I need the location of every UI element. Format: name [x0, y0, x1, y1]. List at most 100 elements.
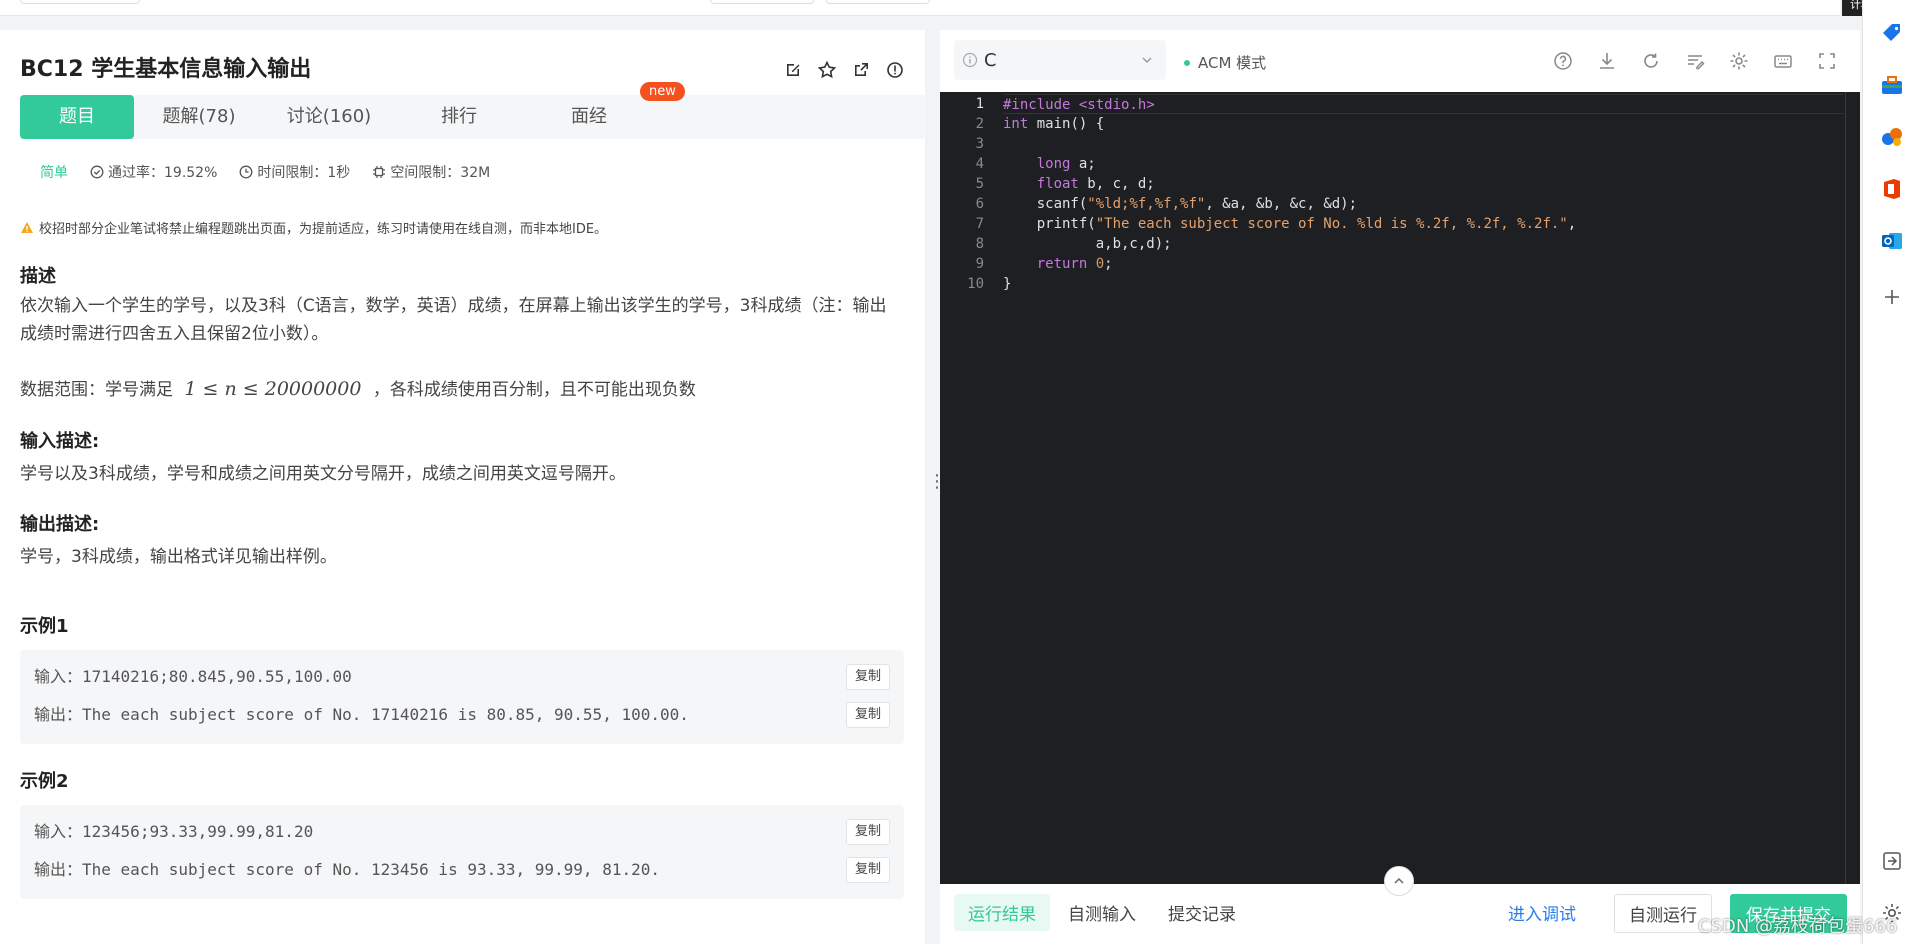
sidebar-collapse-icon[interactable] — [1879, 848, 1905, 874]
fullscreen-icon[interactable] — [1816, 50, 1838, 72]
example-2-output-value: The each subject score of No. 123456 is … — [82, 860, 660, 879]
code-editor[interactable]: 1 2 3 4 5 6 7 8 9 10 #include <stdio.h> i… — [940, 92, 1860, 884]
chevron-down-icon — [1142, 57, 1152, 63]
acm-mode[interactable]: ACM 模式 — [1184, 52, 1266, 73]
space-limit-text: 空间限制：32M — [390, 165, 491, 181]
line-number: 3 — [975, 136, 984, 152]
report-icon[interactable] — [885, 60, 905, 80]
example-1-output-value: The each subject score of No. 17140216 i… — [82, 705, 689, 724]
code-line[interactable]: long a; — [1003, 154, 1843, 174]
tab-discussion[interactable]: 讨论(160) — [264, 95, 394, 139]
collapse-panel-button[interactable] — [1384, 866, 1414, 896]
line-number: 4 — [975, 156, 984, 172]
top-control[interactable] — [826, 0, 930, 4]
code-line[interactable]: int main() { — [1003, 114, 1843, 134]
code-line[interactable]: return 0; — [1003, 254, 1843, 274]
title-actions — [783, 60, 905, 80]
code-lines[interactable]: #include <stdio.h> int main() { long a; f… — [1003, 92, 1843, 294]
tab-self-input[interactable]: 自测输入 — [1068, 900, 1136, 925]
tab-interview[interactable]: 面经 — [524, 95, 654, 139]
language-select[interactable]: C — [954, 40, 1166, 80]
line-number-gutter: 1 2 3 4 5 6 7 8 9 10 — [940, 92, 990, 294]
output-description: 学号，3科成绩，输出格式详见输出样例。 — [20, 547, 337, 567]
title-row: BC12 学生基本信息输入输出 — [20, 52, 905, 88]
copy-button[interactable]: 复制 — [846, 702, 890, 728]
range-prefix: 数据范围：学号满足 — [20, 380, 173, 400]
copy-button[interactable]: 复制 — [846, 857, 890, 883]
watermark: CSDN @荔枝荷包蛋666 — [1698, 916, 1898, 937]
data-range: 数据范围：学号满足 1 ≤ n ≤ 20000000 ，各科成绩使用百分制，且不… — [20, 375, 900, 404]
copy-button[interactable]: 复制 — [846, 664, 890, 690]
help-icon[interactable] — [1552, 50, 1574, 72]
tab-run-result[interactable]: 运行结果 — [954, 894, 1050, 931]
mode-dot — [1184, 59, 1190, 66]
language-value: C — [984, 49, 997, 71]
add-icon[interactable] — [1879, 284, 1905, 310]
input-label: 输入： — [34, 822, 83, 841]
keyboard-icon[interactable] — [1772, 50, 1794, 72]
line-number: 7 — [975, 216, 984, 232]
code-line[interactable]: a,b,c,d); — [1003, 234, 1843, 254]
code-line[interactable]: } — [1003, 274, 1843, 294]
input-heading: 输入描述: — [20, 431, 100, 452]
app-sidebar — [1862, 0, 1920, 944]
edit-icon[interactable] — [783, 60, 803, 80]
tab-submit-record[interactable]: 提交记录 — [1168, 900, 1236, 925]
output-heading: 输出描述: — [20, 514, 100, 535]
debug-link[interactable]: 进入调试 — [1508, 900, 1576, 925]
input-description: 学号以及3科成绩，学号和成绩之间用英文分号隔开，成绩之间用英文逗号隔开。 — [20, 464, 626, 484]
description-heading: 描述 — [20, 266, 56, 287]
star-icon[interactable] — [817, 60, 837, 80]
code-line[interactable]: printf("The each subject score of No. %l… — [1003, 214, 1843, 234]
range-math: 1 ≤ n ≤ 20000000 — [184, 378, 362, 400]
pass-rate: 通过率：19.52% — [90, 162, 217, 182]
office-icon[interactable] — [1879, 176, 1905, 202]
code-line[interactable]: #include <stdio.h> — [1003, 94, 1843, 114]
time-limit: 时间限制：1秒 — [239, 162, 350, 182]
editor-panel: C ACM 模式 1 2 3 4 5 6 7 8 9 10 #include <… — [940, 30, 1860, 944]
chevron-up-icon — [1394, 877, 1404, 884]
line-number: 9 — [975, 256, 984, 272]
toolbox-icon[interactable] — [1879, 72, 1905, 98]
example-1-output: 输出：The each subject score of No. 1714021… — [34, 701, 689, 725]
games-icon[interactable] — [1879, 124, 1905, 150]
line-number: 1 — [975, 96, 984, 112]
top-control[interactable] — [20, 0, 140, 4]
code-line[interactable] — [1003, 134, 1843, 154]
input-label: 输入： — [34, 667, 83, 686]
example-2-box: 输入：123456;93.33,99.99,81.20 复制 输出：The ea… — [20, 805, 904, 899]
top-control[interactable] — [710, 0, 814, 4]
info-icon — [962, 52, 978, 68]
pass-rate-text: 通过率：19.52% — [108, 165, 218, 181]
chip-icon — [373, 166, 386, 178]
line-number: 2 — [975, 116, 984, 132]
code-line[interactable]: float b, c, d; — [1003, 174, 1843, 194]
tab-problem[interactable]: 题目 — [20, 95, 134, 139]
outlook-icon[interactable] — [1879, 228, 1905, 254]
problem-title: BC12 学生基本信息输入输出 — [20, 57, 312, 82]
format-icon[interactable] — [1684, 50, 1706, 72]
example-1-input-value: 17140216;80.845,90.55,100.00 — [82, 667, 352, 686]
description-text: 依次输入一个学生的学号，以及3科（C语言，数学，英语）成绩，在屏幕上输出该学生的… — [20, 296, 887, 344]
copy-button[interactable]: 复制 — [846, 819, 890, 845]
example-1-heading: 示例1 — [20, 616, 69, 637]
example-2-output: 输出：The each subject score of No. 123456 … — [34, 856, 660, 880]
panel-resize-handle[interactable]: ⋮ — [928, 473, 946, 502]
line-number: 8 — [975, 236, 984, 252]
editor-scrollbar[interactable] — [1845, 92, 1846, 884]
browser-top-strip: 计科12 — [0, 0, 1920, 16]
code-line[interactable]: scanf("%ld;%f,%f,%f", &a, &b, &c, &d); — [1003, 194, 1843, 214]
refresh-icon[interactable] — [1640, 50, 1662, 72]
tag-icon[interactable] — [1879, 20, 1905, 46]
problem-meta: 简单 通过率：19.52% 时间限制：1秒 空间限制：32M — [20, 162, 490, 182]
example-1-input: 输入：17140216;80.845,90.55,100.00 — [34, 663, 352, 687]
gear-icon[interactable] — [1728, 50, 1750, 72]
warning-icon — [21, 221, 33, 233]
line-number: 5 — [975, 176, 984, 192]
tab-ranking[interactable]: 排行 — [394, 95, 524, 139]
editor-toolbar: C ACM 模式 — [940, 30, 1860, 92]
tab-solutions[interactable]: 题解(78) — [134, 95, 264, 139]
share-icon[interactable] — [851, 60, 871, 80]
space-limit: 空间限制：32M — [372, 162, 490, 182]
download-icon[interactable] — [1596, 50, 1618, 72]
